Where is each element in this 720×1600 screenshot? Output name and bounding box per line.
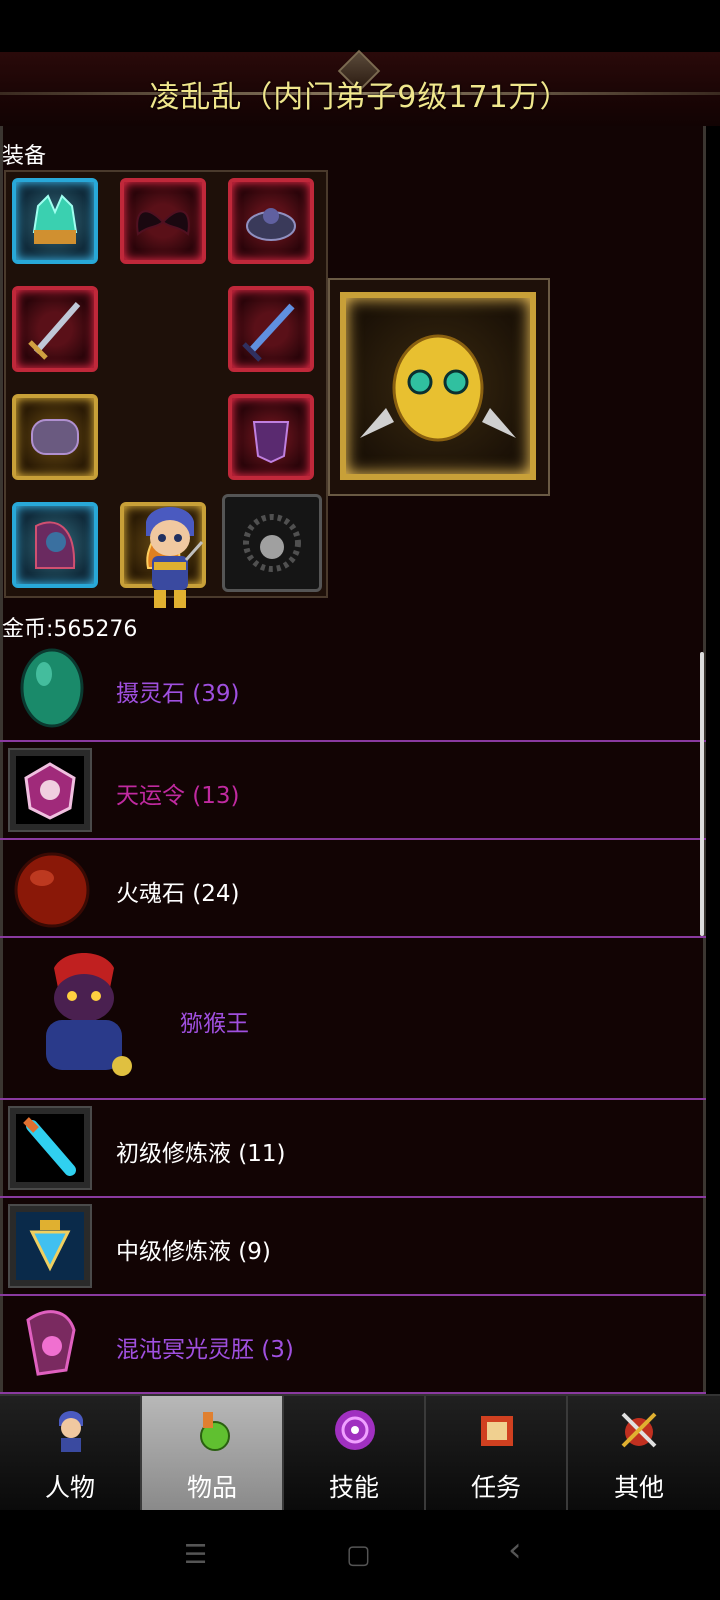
equip-slot-cloak[interactable] xyxy=(12,502,98,588)
menu-icon[interactable]: ☰ xyxy=(184,1540,207,1570)
item-name: 猕猴王 xyxy=(180,1011,249,1037)
back-icon[interactable]: ‹ xyxy=(508,1530,522,1570)
sword-icon xyxy=(28,302,81,360)
item-name: 初级修炼液 (11) xyxy=(116,1141,286,1167)
tab-label: 任务 xyxy=(470,1473,521,1502)
golden-bug-icon xyxy=(360,334,516,442)
inventory-item[interactable]: 混沌冥光灵胚 (3) xyxy=(0,1296,706,1394)
selected-item-preview[interactable] xyxy=(328,278,550,496)
tab-other[interactable]: 其他 xyxy=(568,1396,710,1510)
home-icon[interactable]: ▢ xyxy=(346,1540,371,1570)
spirit-stone-icon xyxy=(20,648,84,728)
shoulder-icon xyxy=(246,208,296,241)
item-name: 天运令 (13) xyxy=(116,783,240,809)
equip-slot-shoulder[interactable] xyxy=(228,178,314,264)
inventory-item[interactable]: 中级修炼液 (9) xyxy=(0,1198,706,1296)
inventory-list[interactable]: 摄灵石 (39) 天运令 (13) 火魂石 (24) 猕猴王 初级修炼液 (11… xyxy=(0,640,706,1394)
beginner-elixir-icon xyxy=(8,1106,92,1190)
tab-label: 其他 xyxy=(613,1473,664,1502)
selected-item-frame xyxy=(340,292,536,480)
tab-label: 技能 xyxy=(328,1473,379,1502)
item-name: 中级修炼液 (9) xyxy=(116,1239,271,1265)
item-name: 火魂石 (24) xyxy=(116,881,240,907)
list-scrollbar[interactable] xyxy=(700,652,704,936)
item-name: 摄灵石 (39) xyxy=(116,681,240,707)
inventory-item[interactable]: 摄灵石 (39) xyxy=(0,640,706,742)
equip-slot-wings[interactable] xyxy=(120,178,206,264)
helmet-icon xyxy=(32,194,78,244)
wings-icon xyxy=(136,210,190,236)
item-name: 混沌冥光灵胚 (3) xyxy=(116,1337,294,1363)
bottom-tab-bar: 人物 物品 技能 任务 其他 xyxy=(0,1394,720,1512)
title-bar: 凌乱乱（内门弟子9级171万） xyxy=(0,49,720,126)
intermediate-elixir-icon xyxy=(8,1204,92,1288)
status-bar xyxy=(0,0,720,52)
tab-skills[interactable]: 技能 xyxy=(284,1396,426,1510)
character-avatar xyxy=(146,507,204,608)
equip-slot-helmet[interactable] xyxy=(12,178,98,264)
tab-quests[interactable]: 任务 xyxy=(426,1396,568,1510)
equip-slot-sword2[interactable] xyxy=(228,286,314,372)
equipment-label: 装备 xyxy=(2,144,47,169)
equip-slot-sword[interactable] xyxy=(12,286,98,372)
character-tab-icon xyxy=(59,1411,83,1452)
fortune-token-icon xyxy=(8,748,92,832)
gold-amount: 金币:565276 xyxy=(2,617,138,642)
tab-label: 人物 xyxy=(44,1473,95,1502)
skill-swirl-icon xyxy=(335,1410,375,1450)
page-title: 凌乱乱（内门弟子9级171万） xyxy=(149,80,571,115)
tab-items[interactable]: 物品 xyxy=(142,1396,284,1510)
equipment-grid xyxy=(4,170,328,608)
potion-tab-icon xyxy=(200,1412,230,1451)
tab-character[interactable]: 人物 xyxy=(0,1396,142,1510)
fire-soul-stone-icon xyxy=(14,852,90,928)
blade-icon xyxy=(242,303,295,362)
inventory-item[interactable]: 天运令 (13) xyxy=(0,742,706,840)
monkey-king-icon xyxy=(46,953,132,1076)
system-nav-bar: ☰ ▢ ‹ xyxy=(0,1510,720,1600)
tab-label: 物品 xyxy=(186,1473,237,1502)
inventory-item[interactable]: 猕猴王 xyxy=(0,938,706,1100)
equip-slot-necklace[interactable] xyxy=(222,494,322,592)
equip-slot-armor[interactable] xyxy=(228,394,314,480)
armor-icon xyxy=(252,421,290,464)
bracer-icon xyxy=(31,419,79,455)
cloak-icon xyxy=(35,521,76,569)
chaos-embryo-icon xyxy=(26,1310,76,1376)
quest-scroll-icon xyxy=(481,1416,513,1446)
other-crossed-swords-icon xyxy=(621,1412,657,1448)
inventory-item[interactable]: 火魂石 (24) xyxy=(0,840,706,938)
necklace-icon xyxy=(243,514,301,572)
equip-slot-bracer[interactable] xyxy=(12,394,98,480)
inventory-item[interactable]: 初级修炼液 (11) xyxy=(0,1100,706,1198)
